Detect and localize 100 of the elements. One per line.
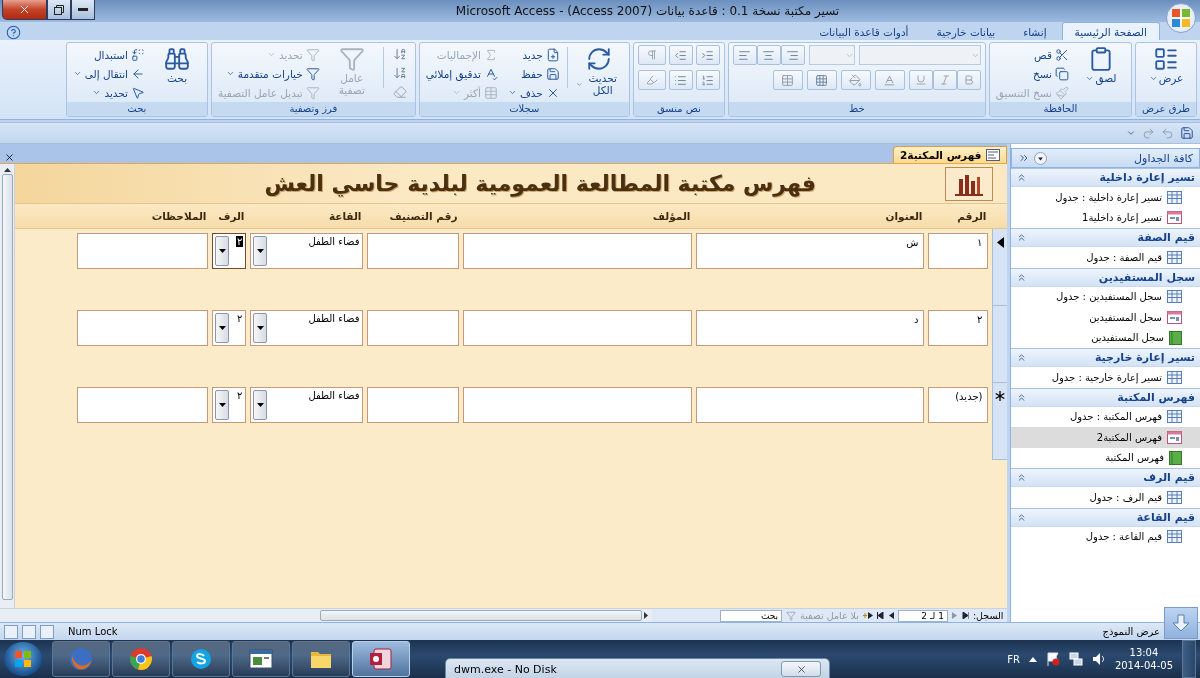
ribbon-button[interactable]: بحث: [151, 45, 204, 85]
dropdown-button[interactable]: [215, 390, 230, 420]
ribbon-button[interactable]: تحديث الكل: [572, 45, 625, 97]
align-center-button[interactable]: [756, 45, 781, 65]
nav-group-header[interactable]: قيم الصفة: [1011, 228, 1200, 247]
author-field[interactable]: [463, 310, 693, 346]
nav-group-header[interactable]: قيم الرف: [1011, 468, 1200, 487]
font-name-dropdown[interactable]: [858, 45, 981, 65]
direction-button[interactable]: [637, 45, 666, 65]
bold-button[interactable]: [956, 70, 981, 90]
number-field[interactable]: ١: [928, 233, 989, 269]
taskbar-button[interactable]: [292, 641, 350, 677]
hall-dropdown[interactable]: فضاء الطفل: [250, 233, 364, 269]
ribbon-button[interactable]: جديد: [505, 45, 562, 64]
search-field[interactable]: بحث: [720, 609, 783, 622]
new-record-icon: [862, 612, 873, 619]
hall-dropdown[interactable]: فضاء الطفل: [250, 387, 364, 423]
gridlines-button[interactable]: [806, 70, 837, 90]
title-field[interactable]: د: [696, 310, 925, 346]
notes-field[interactable]: [77, 310, 209, 346]
taskbar-button[interactable]: [232, 641, 290, 677]
shelf-dropdown[interactable]: ٢: [212, 387, 247, 423]
dropdown-button[interactable]: [253, 390, 268, 420]
ribbon-button[interactable]: حفظ: [505, 64, 562, 83]
close-button[interactable]: [781, 661, 821, 677]
number-field[interactable]: (جديد): [928, 387, 989, 423]
nav-item[interactable]: فهرس المكتبة2: [1011, 427, 1200, 448]
classification-field[interactable]: [367, 310, 460, 346]
language-indicator[interactable]: FR: [1007, 653, 1020, 665]
ribbon-button[interactable]: خيارات متقدمة: [216, 64, 322, 83]
dropdown-button[interactable]: [215, 313, 230, 343]
align-left-button[interactable]: [732, 45, 757, 65]
number-field[interactable]: ٢: [928, 310, 989, 346]
nav-group-header[interactable]: تسير إعارة خارجية: [1011, 348, 1200, 367]
ribbon-button[interactable]: لصق: [1075, 45, 1127, 85]
navigation-header[interactable]: كافة الجداول: [1011, 148, 1200, 168]
author-field[interactable]: [463, 387, 693, 423]
close-button[interactable]: [2, 0, 47, 20]
font-color-button[interactable]: [874, 70, 905, 90]
next-record-button[interactable]: [888, 612, 894, 619]
title-field[interactable]: [696, 387, 925, 423]
nav-group-header[interactable]: تسير إعارة داخلية: [1011, 168, 1200, 187]
view-button[interactable]: [4, 624, 18, 639]
vertical-scrollbar[interactable]: [0, 164, 15, 608]
indent-button[interactable]: [695, 45, 720, 65]
outdent-button[interactable]: [668, 45, 693, 65]
previous-record-button[interactable]: [951, 612, 957, 619]
popup-window[interactable]: dwm.exe - No Disk: [445, 658, 830, 678]
last-record-button[interactable]: [876, 612, 885, 619]
ribbon-button[interactable]: تدقيق إملائي: [423, 64, 500, 83]
ribbon-button[interactable]: عرض: [1140, 45, 1192, 85]
ribbon-button[interactable]: قص: [993, 45, 1071, 64]
notes-field[interactable]: [77, 233, 209, 269]
record-selector[interactable]: [992, 229, 1008, 306]
record-selector[interactable]: [992, 383, 1008, 460]
classification-field[interactable]: [367, 387, 460, 423]
highlight-button[interactable]: [637, 70, 666, 90]
font-size-dropdown[interactable]: [808, 45, 855, 65]
start-button[interactable]: [4, 642, 42, 676]
align-right-button[interactable]: [780, 45, 805, 65]
ribbon-button[interactable]: انتقال إلى: [70, 64, 148, 83]
minimize-button[interactable]: [71, 0, 95, 20]
ribbon-tab[interactable]: بيانات خارجية: [923, 22, 1009, 40]
record-position-field[interactable]: 1 لـ 2: [897, 609, 948, 622]
shelf-dropdown[interactable]: ٢: [212, 233, 247, 269]
shelf-dropdown[interactable]: ٢: [212, 310, 247, 346]
ribbon-tab[interactable]: أدوات قاعدة البيانات: [806, 22, 922, 40]
ribbon-button[interactable]: تحديد: [70, 83, 148, 102]
ribbon-button[interactable]: نسخ: [993, 64, 1071, 83]
scroll-up-icon[interactable]: [3, 168, 11, 172]
bullet-list-button[interactable]: [668, 70, 693, 90]
notes-field[interactable]: [77, 387, 209, 423]
show-desktop-button[interactable]: [1182, 640, 1196, 678]
author-field[interactable]: [463, 233, 693, 269]
new-record-button[interactable]: [862, 612, 873, 619]
down-arrow-button[interactable]: [1164, 607, 1198, 639]
view-button[interactable]: [40, 624, 54, 639]
dropdown-button[interactable]: [253, 313, 268, 343]
row-color-button[interactable]: [772, 70, 803, 90]
office-button[interactable]: [1166, 3, 1196, 33]
document-tab[interactable]: فهرس المكتبة2: [893, 146, 1008, 163]
funnel-icon: [305, 66, 320, 81]
ribbon-tab[interactable]: الصفحة الرئيسية: [1061, 22, 1160, 40]
underline-button[interactable]: [908, 70, 933, 90]
taskbar-button[interactable]: [172, 641, 230, 677]
hall-dropdown[interactable]: فضاء الطفل: [250, 310, 364, 346]
ribbon-button[interactable]: حذف: [505, 83, 562, 102]
italic-button[interactable]: [932, 70, 957, 90]
ribbon-tab[interactable]: إنشاء: [1010, 22, 1060, 40]
dropdown-button[interactable]: [253, 236, 268, 266]
classification-field[interactable]: [367, 233, 460, 269]
ribbon-button[interactable]: استبدال: [70, 45, 148, 64]
first-record-button[interactable]: [960, 612, 969, 619]
taskbar-button[interactable]: [112, 641, 170, 677]
numbered-list-button[interactable]: [695, 70, 720, 90]
view-button[interactable]: [22, 624, 36, 639]
dropdown-button[interactable]: [215, 236, 230, 266]
restore-button[interactable]: [47, 0, 71, 20]
fill-color-button[interactable]: [840, 70, 871, 90]
title-field[interactable]: ش: [696, 233, 925, 269]
